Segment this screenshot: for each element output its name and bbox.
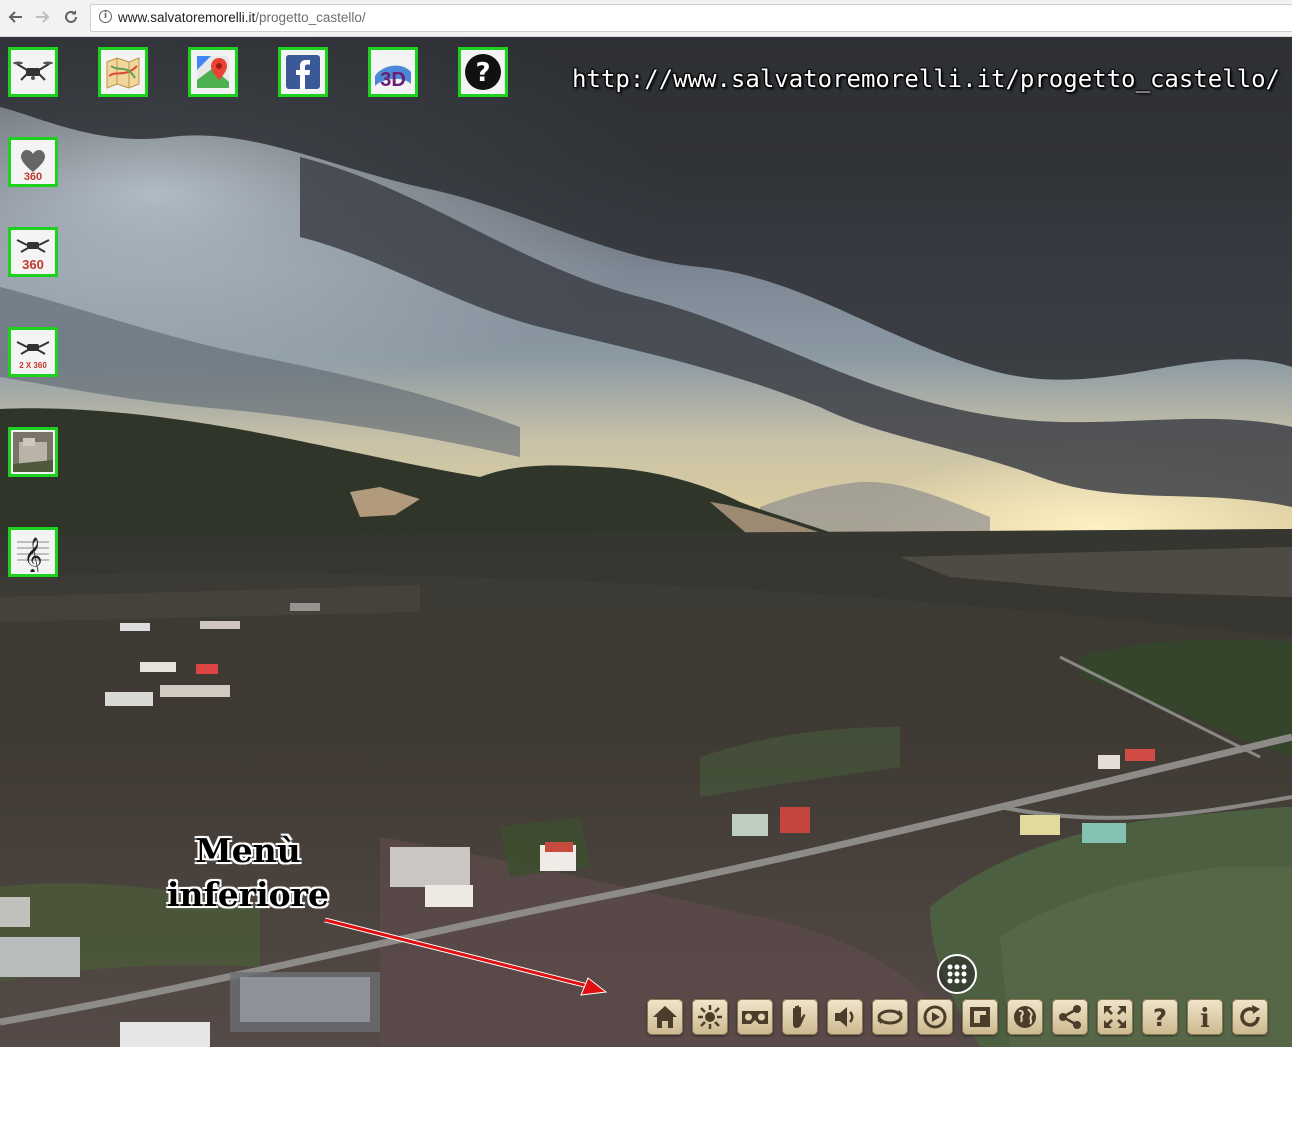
sound-button[interactable] — [827, 999, 863, 1035]
autorotate-icon — [877, 1009, 903, 1025]
drone-icon — [13, 61, 53, 81]
home-button[interactable] — [647, 999, 683, 1035]
google-maps-button[interactable] — [188, 47, 238, 97]
home-icon — [653, 1006, 677, 1028]
rotate-360-button[interactable] — [917, 999, 953, 1035]
help-icon: ? — [1153, 1004, 1167, 1031]
share-button[interactable] — [1052, 999, 1088, 1035]
svg-text:𝄞: 𝄞 — [24, 536, 43, 572]
help-toolbar-button[interactable]: ? — [1142, 999, 1178, 1035]
fullscreen-icon — [1104, 1006, 1126, 1028]
reload-icon — [65, 10, 77, 23]
map-icon — [106, 57, 140, 89]
drone-button[interactable] — [8, 47, 58, 97]
svg-text:360: 360 — [22, 257, 44, 272]
photo-thumbnail-icon — [13, 432, 53, 472]
hand-button[interactable] — [782, 999, 818, 1035]
heart-360-icon: 360 — [21, 150, 45, 182]
help-icon: ? — [465, 54, 501, 90]
info-icon: i — [1200, 1004, 1210, 1031]
svg-text:3D: 3D — [380, 69, 406, 91]
drone-360-button[interactable]: 360 — [8, 227, 58, 277]
3d-button[interactable]: 3D — [368, 47, 418, 97]
music-icon: 𝄞 — [17, 536, 49, 572]
vr-icon — [742, 1011, 768, 1024]
heart-360-button[interactable]: 360 — [8, 137, 58, 187]
back-button[interactable] — [4, 6, 26, 28]
reload-button[interactable] — [60, 6, 82, 28]
grid-icon — [947, 964, 967, 984]
map-button[interactable] — [98, 47, 148, 97]
svg-text:i: i — [1200, 1004, 1210, 1031]
music-button[interactable]: 𝄞 — [8, 527, 58, 577]
arrow-left-icon — [8, 11, 22, 23]
3d-icon: 3D — [375, 65, 411, 91]
hand-icon — [793, 1005, 806, 1028]
fullscreen-button[interactable] — [1097, 999, 1133, 1035]
forward-button[interactable] — [32, 6, 54, 28]
reload-icon — [1240, 1005, 1260, 1027]
page-info-icon[interactable]: i — [99, 10, 112, 23]
reload-view-button[interactable] — [1232, 999, 1268, 1035]
bottom-toolbar: ? i — [647, 999, 1268, 1035]
panorama-viewer[interactable]: http://www.salvatoremorelli.it/progetto_… — [0, 37, 1292, 1047]
gyroscope-icon — [698, 1005, 722, 1029]
globe-button[interactable] — [1007, 999, 1043, 1035]
info-button[interactable]: i — [1187, 999, 1223, 1035]
sound-icon — [835, 1007, 854, 1027]
drone-2x360-button[interactable]: 2 X 360 — [8, 327, 58, 377]
rotate-360-icon — [923, 1005, 947, 1029]
svg-text:360: 360 — [24, 171, 42, 182]
facebook-icon — [286, 55, 320, 89]
google-maps-icon — [197, 56, 229, 88]
address-bar-url: www.salvatoremorelli.it/progetto_castell… — [118, 10, 366, 25]
globe-icon — [1014, 1006, 1036, 1028]
address-bar[interactable]: i www.salvatoremorelli.it/progetto_caste… — [90, 4, 1292, 32]
help-button[interactable]: ? — [458, 47, 508, 97]
arrow-right-icon — [36, 11, 50, 23]
floorplan-button[interactable] — [962, 999, 998, 1035]
svg-text:2 X 360: 2 X 360 — [19, 361, 47, 370]
gyroscope-button[interactable] — [692, 999, 728, 1035]
photo-thumbnail-button[interactable] — [8, 427, 58, 477]
floorplan-icon — [970, 1007, 990, 1027]
vr-button[interactable] — [737, 999, 773, 1035]
facebook-button[interactable] — [278, 47, 328, 97]
autorotate-button[interactable] — [872, 999, 908, 1035]
browser-toolbar: i www.salvatoremorelli.it/progetto_caste… — [0, 0, 1292, 37]
bottom-menu-label: Menù inferiore — [166, 831, 330, 914]
share-icon — [1059, 1005, 1081, 1029]
drone-360-icon: 360 — [16, 239, 50, 272]
svg-text:?: ? — [1153, 1004, 1167, 1031]
drone-2x360-icon: 2 X 360 — [16, 341, 50, 370]
svg-text:?: ? — [475, 58, 490, 88]
menu-toggle-button[interactable] — [937, 954, 977, 994]
site-url-overlay: http://www.salvatoremorelli.it/progetto_… — [571, 65, 1280, 93]
